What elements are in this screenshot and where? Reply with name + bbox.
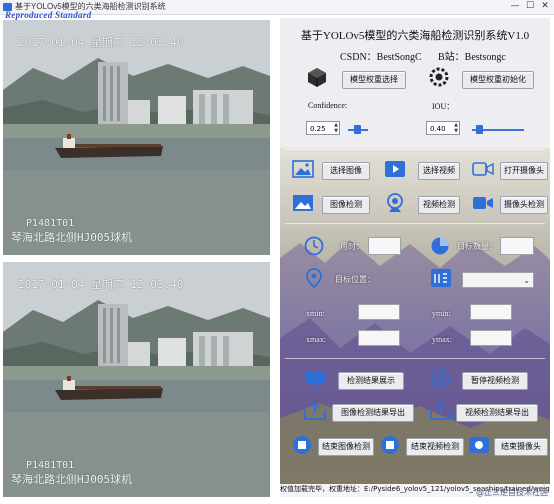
xmax-output [358,330,400,346]
divider [285,358,545,359]
stop-camera-button[interactable]: 结束摄像头 [494,438,548,456]
location-pin-icon [306,268,322,288]
target-count-label: 目标数量： [457,242,497,251]
video-display-bottom: 2017-01-04 星期三 12:03:40 P1481T01 琴海北路北侧H… [3,262,270,497]
select-video-button[interactable]: 选择视频 [418,162,460,180]
pause-video-button[interactable]: 暂停视频检测 [462,372,528,390]
video-timestamp: 2017-01-04 星期三 12:03:40 [18,36,184,49]
camera-location: 琴海北路北侧HJ005球机 [11,473,133,486]
chevron-down-icon[interactable]: ⌄ [523,276,530,285]
stop-camera-icon [469,437,489,453]
xmin-label: xmin: [306,309,325,318]
image-icon [292,160,314,178]
ymax-label: ymax: [432,335,452,344]
spin-arrows-icon[interactable]: ▲ ▼ [334,122,338,134]
video-play-icon [385,161,405,177]
webcam-icon [387,193,403,212]
iou-value: 0.40 [430,125,446,133]
watermark-text: @正三逆首技术社区 [476,488,548,497]
time-output [368,237,401,255]
bilibili-label: B站：Bestsongc [438,52,506,63]
export-icon [304,402,326,420]
divider [285,223,545,224]
iou-spinbox[interactable]: 0.40 ▲ ▼ [426,121,460,135]
ymin-label: ymin: [432,309,451,318]
detect-video-button[interactable]: 视频检测 [418,196,460,214]
camera-icon [472,162,494,176]
init-weights-button[interactable]: 模型权重初始化 [462,71,534,89]
confidence-spinbox[interactable]: 0.25 ▲ ▼ [306,121,340,135]
show-results-button[interactable]: 检测结果展示 [338,372,404,390]
time-label: 用时： [340,242,364,251]
stop-video-button[interactable]: 结束视频检测 [406,438,464,456]
display-icon [305,371,325,387]
confidence-label: Confidence: [308,101,348,110]
stop-image-button[interactable]: 结束图像检测 [318,438,374,456]
stop-image-icon [293,436,311,454]
stop-video-icon [381,436,399,454]
clock-icon [304,236,324,256]
iou-label: IOU： [432,102,455,111]
camera-id: P1481T01 [26,218,75,229]
target-select-dropdown[interactable]: ⌄ [462,272,534,288]
select-weights-button[interactable]: 模型权重选择 [342,71,406,89]
divider [285,149,545,150]
maximize-button[interactable]: ☐ [523,1,537,12]
pie-chart-icon [431,237,449,255]
ymax-output [470,330,512,346]
list-select-icon [431,269,451,287]
spin-arrows-icon[interactable]: ▲ ▼ [454,122,458,134]
confidence-value: 0.25 [310,125,326,133]
ymin-output [470,304,512,320]
control-panel: 基于YOLOv5模型的六类海船检测识别系统V1.0 CSDN：BestSongC… [280,18,550,484]
camera-id: P1481T01 [26,460,75,471]
video-timestamp: 2017-01-04 星期三 12:03:40 [18,278,184,291]
xmin-output [358,304,400,320]
export-image-results-button[interactable]: 图像检测结果导出 [332,404,414,422]
pause-icon [430,369,450,389]
detect-image-button[interactable]: 图像检测 [322,196,370,214]
confidence-slider-handle[interactable] [354,125,361,134]
target-count-output [500,237,534,255]
xmax-label: xmax: [306,335,326,344]
export-icon [430,402,452,420]
minimize-button[interactable]: — [508,1,522,12]
video-camera-icon [473,197,493,209]
iou-slider-handle[interactable] [476,125,483,134]
watermark-logo: Reproduced Standard [5,10,92,20]
export-video-results-button[interactable]: 视频检测结果导出 [456,404,538,422]
open-camera-button[interactable]: 打开摄像头 [500,162,548,180]
csdn-label: CSDN：BestSongC [340,52,422,63]
gear-icon [429,67,449,87]
video-display-top: 2017-01-04 星期三 12:03:40 P1481T01 琴海北路北侧H… [3,20,270,255]
cube-icon [308,68,326,87]
panel-title: 基于YOLOv5模型的六类海船检测识别系统V1.0 [300,30,530,42]
select-image-button[interactable]: 选择图像 [322,162,370,180]
detect-camera-button[interactable]: 摄像头检测 [500,196,548,214]
target-position-label: 目标位置： [335,275,375,284]
camera-location: 琴海北路北侧HJ005球机 [11,231,133,244]
close-button[interactable]: ✕ [538,1,552,12]
image-detect-icon [293,195,313,211]
